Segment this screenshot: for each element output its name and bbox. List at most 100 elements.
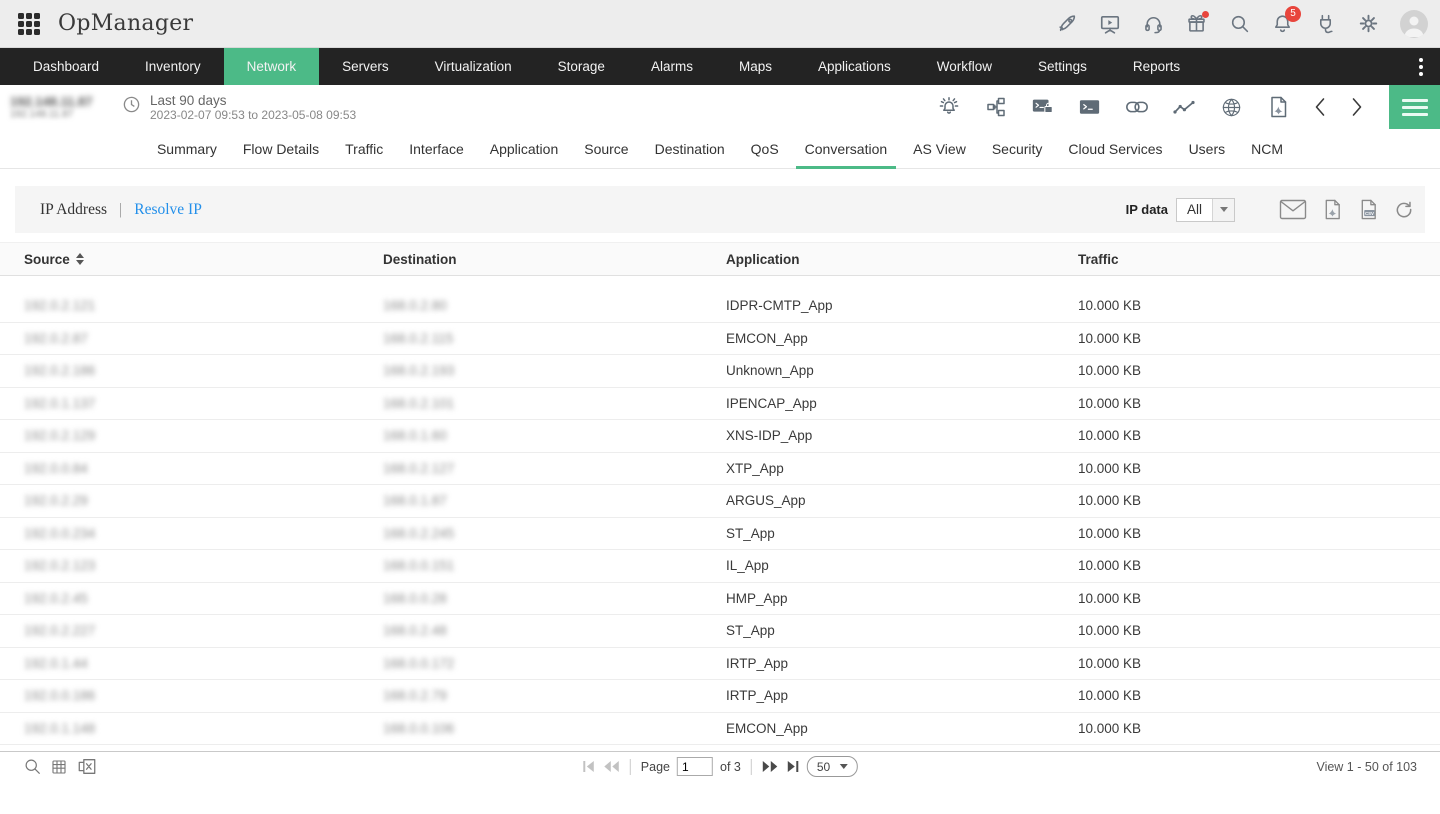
cell-application: IRTP_App (726, 655, 789, 671)
link-icon[interactable] (1125, 95, 1149, 119)
device-name-block[interactable]: 192.148.11.87 192.148.11.87 (0, 94, 112, 120)
table-view-icon[interactable] (51, 759, 67, 775)
time-period[interactable]: Last 90 days 2023-02-07 09:53 to 2023-05… (122, 93, 356, 122)
cell-source: 192.0.1.148 (24, 720, 96, 736)
user-avatar[interactable] (1400, 9, 1428, 38)
nav-item-servers[interactable]: Servers (319, 48, 412, 85)
nav-item-applications[interactable]: Applications (795, 48, 914, 85)
page-input[interactable] (676, 757, 713, 776)
tab-qos[interactable]: QoS (738, 129, 792, 168)
resolve-ip-link[interactable]: Resolve IP (134, 201, 202, 219)
table-row[interactable]: 192.0.2.129 168.0.1.60 XNS-IDP_App 10.000 K… (0, 420, 1440, 453)
table-row[interactable]: 192.0.2.227 168.0.2.48 ST_App 10.000 KB (0, 615, 1440, 648)
nav-item-reports[interactable]: Reports (1110, 48, 1203, 85)
nav-item-settings[interactable]: Settings (1015, 48, 1110, 85)
chevron-right-icon[interactable] (1350, 95, 1364, 119)
nav-item-dashboard[interactable]: Dashboard (10, 48, 122, 85)
tab-destination[interactable]: Destination (642, 129, 738, 168)
cell-source: 192.0.0.234 (24, 525, 96, 541)
table-row[interactable]: 192.0.1.137 168.0.2.101 IPENCAP_App 10.000 … (0, 388, 1440, 420)
nav-item-network[interactable]: Network (223, 48, 320, 85)
cell-source: 192.0.0.84 (24, 460, 88, 476)
table-row[interactable]: 192.0.2.121 168.0.2.80 IDPR-CMTP_App 10.000… (0, 290, 1440, 323)
tab-source[interactable]: Source (571, 129, 641, 168)
cell-traffic: 10.000 KB (1078, 590, 1142, 606)
globe-icon[interactable] (1219, 95, 1243, 119)
cell-destination: 168.0.2.79 (383, 688, 447, 704)
cell-source: 192.0.2.186 (24, 363, 96, 379)
rocket-icon[interactable] (1056, 13, 1078, 35)
mail-icon[interactable] (1279, 199, 1307, 220)
refresh-icon[interactable] (1394, 200, 1413, 219)
tab-application[interactable]: Application (477, 129, 572, 168)
cell-source: 192.0.1.137 (24, 395, 96, 411)
hamburger-menu-button[interactable] (1389, 85, 1440, 129)
traffic-graph-icon[interactable] (1172, 95, 1196, 119)
secure-terminal-icon[interactable] (1031, 95, 1055, 119)
next-page-button[interactable] (762, 760, 779, 773)
cell-destination: 168.0.0.172 (383, 655, 455, 671)
nav-item-virtualization[interactable]: Virtualization (412, 48, 535, 85)
device-subheader: 192.148.11.87 192.148.11.87 Last 90 days… (0, 85, 1440, 129)
settings-gear-icon[interactable] (1357, 13, 1379, 35)
nav-item-maps[interactable]: Maps (716, 48, 795, 85)
gift-icon[interactable] (1185, 10, 1209, 35)
tab-summary[interactable]: Summary (144, 129, 230, 168)
pdf-report-icon[interactable] (1266, 95, 1290, 119)
prev-page-button[interactable] (603, 760, 620, 773)
table-row[interactable]: 192.0.1.148 168.0.0.106 EMCON_App 10.000 KB (0, 713, 1440, 745)
column-header-destination[interactable]: Destination (359, 252, 702, 267)
pagination: Page of 3 50 (582, 756, 859, 777)
demo-video-icon[interactable] (1099, 13, 1121, 35)
cell-source: 192.0.2.227 (24, 623, 96, 639)
last-page-button[interactable] (786, 760, 800, 773)
terminal-icon[interactable] (1078, 95, 1102, 119)
tab-users[interactable]: Users (1176, 129, 1239, 168)
chevron-left-icon[interactable] (1313, 95, 1327, 119)
page-size-select[interactable]: 50 (806, 756, 859, 777)
tab-flow-details[interactable]: Flow Details (230, 129, 332, 168)
table-row[interactable]: 192.0.1.44 168.0.0.172 IRTP_App 10.000 KB (0, 648, 1440, 680)
topology-icon[interactable] (984, 95, 1008, 119)
sort-icon[interactable] (75, 253, 84, 265)
nav-item-workflow[interactable]: Workflow (914, 48, 1015, 85)
table-row[interactable]: 192.0.2.87 168.0.2.115 EMCON_App 10.000 KB (0, 323, 1440, 355)
table-row[interactable]: 192.0.0.186 168.0.2.79 IRTP_App 10.000 KB (0, 680, 1440, 713)
column-header-source[interactable]: Source (0, 252, 359, 267)
notification-bell-icon[interactable]: 5 (1271, 5, 1301, 35)
table-row[interactable]: 192.0.0.234 168.0.2.245 ST_App 10.000 KB (0, 518, 1440, 550)
alarm-config-icon[interactable] (937, 95, 961, 119)
nav-item-inventory[interactable]: Inventory (122, 48, 224, 85)
column-header-traffic[interactable]: Traffic (1054, 252, 1440, 267)
tab-traffic[interactable]: Traffic (332, 129, 396, 168)
cell-destination: 168.0.2.245 (383, 525, 455, 541)
cell-destination: 168.0.0.106 (383, 720, 455, 736)
tab-ncm[interactable]: NCM (1238, 129, 1296, 168)
table-row[interactable]: 192.0.2.186 168.0.2.193 Unknown_App 10.000 … (0, 355, 1440, 388)
support-headset-icon[interactable] (1142, 13, 1164, 35)
excel-export-icon[interactable] (77, 758, 97, 775)
ip-data-select[interactable]: All (1175, 197, 1235, 222)
table-header-row: Source Destination Application Traffic (0, 242, 1440, 276)
nav-overflow-icon[interactable] (1406, 48, 1436, 85)
table-row[interactable]: 192.0.2.45 168.0.0.28 HMP_App 10.000 KB (0, 583, 1440, 615)
tab-as-view[interactable]: AS View (900, 129, 979, 168)
column-header-application[interactable]: Application (702, 252, 1054, 267)
cell-application: IPENCAP_App (726, 395, 817, 411)
tab-interface[interactable]: Interface (396, 129, 476, 168)
table-row[interactable]: 192.0.2.123 168.0.0.151 IL_App 10.000 KB (0, 550, 1440, 583)
search-icon[interactable] (1228, 13, 1250, 35)
footer-search-icon[interactable] (24, 758, 41, 775)
tab-cloud-services[interactable]: Cloud Services (1055, 129, 1175, 168)
tab-security[interactable]: Security (979, 129, 1056, 168)
pdf-export-icon[interactable] (1322, 198, 1343, 221)
apps-grid-icon[interactable] (18, 12, 40, 35)
nav-item-alarms[interactable]: Alarms (628, 48, 716, 85)
table-row[interactable]: 192.0.0.84 168.0.2.127 XTP_App 10.000 KB (0, 453, 1440, 485)
table-row[interactable]: 192.0.2.29 168.0.1.87 ARGUS_App 10.000 KB (0, 485, 1440, 518)
integrations-plug-icon[interactable] (1314, 13, 1336, 35)
tab-conversation[interactable]: Conversation (792, 129, 901, 169)
csv-export-icon[interactable]: CSV (1358, 198, 1379, 221)
nav-item-storage[interactable]: Storage (535, 48, 628, 85)
first-page-button[interactable] (582, 760, 596, 773)
